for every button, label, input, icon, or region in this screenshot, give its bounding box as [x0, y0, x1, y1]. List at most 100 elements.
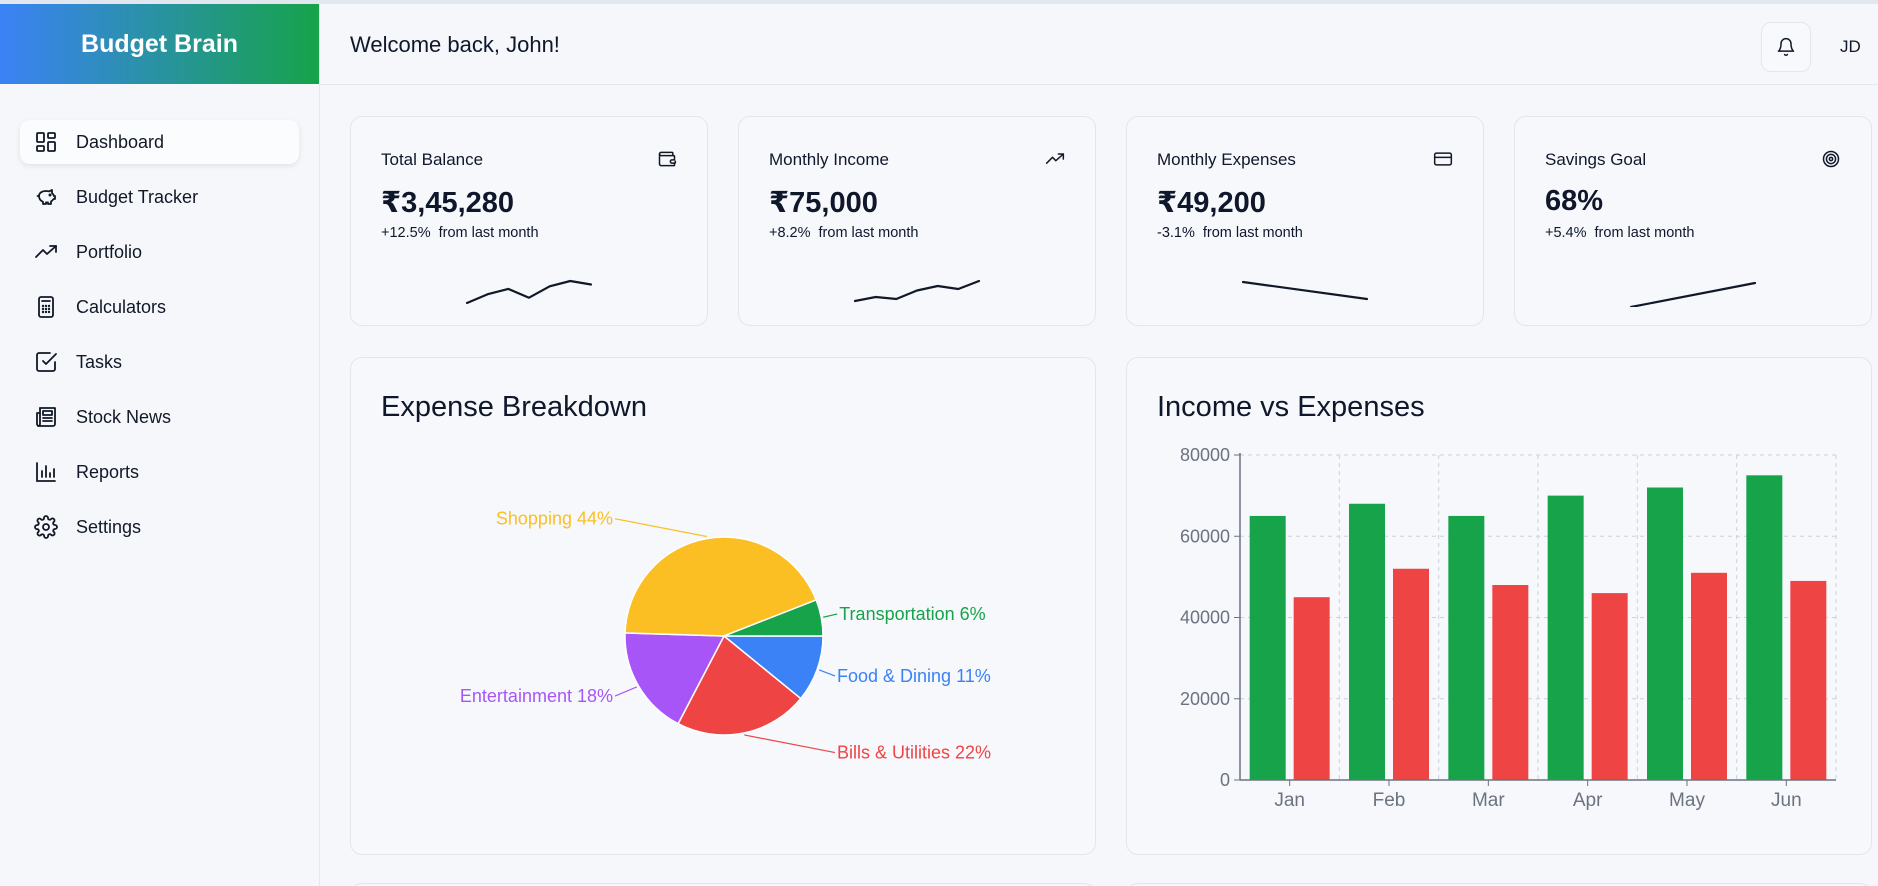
expense-bar: [1691, 572, 1727, 780]
sidebar-item-label: Tasks: [76, 351, 123, 372]
sidebar-item-portfolio[interactable]: Portfolio: [20, 230, 299, 274]
stat-change-suffix: from last month: [1202, 225, 1303, 241]
sparkline-monthly-income: [853, 279, 981, 303]
pie-label-line: [614, 518, 707, 538]
trending-up-icon: [35, 245, 57, 258]
income-bar: [1249, 515, 1286, 780]
stat-change: +12.5% from last month: [381, 225, 539, 241]
user-avatar[interactable]: JD: [1840, 37, 1861, 57]
stat-card-total-balance: Total Balance ₹3,45,280 +12.5% from last …: [350, 116, 708, 326]
sidebar-item-label: Calculators: [76, 296, 167, 317]
stat-value: ₹3,45,280: [381, 187, 515, 219]
sidebar: Budget Brain Dashboard Budget Tracker Po…: [0, 4, 320, 886]
expense-bar: [1591, 593, 1628, 780]
stat-change-percent: -3.1%: [1157, 225, 1195, 241]
stat-label: Total Balance: [381, 150, 484, 169]
sparkline-monthly-expenses: [1241, 280, 1369, 301]
stat-change: +5.4% from last month: [1545, 225, 1694, 241]
sidebar-item-label: Reports: [76, 461, 140, 482]
expense-bar: [1393, 568, 1429, 780]
brand-logo[interactable]: Budget Brain: [0, 4, 319, 84]
x-tick-label: Mar: [1472, 790, 1505, 811]
income-bar: [1647, 487, 1683, 780]
pie-label: Shopping 44%: [496, 509, 613, 529]
sparkline-path: [1241, 280, 1369, 301]
pie-label-line: [614, 686, 638, 697]
expense-bar: [1293, 597, 1330, 780]
sidebar-item-calculators[interactable]: Calculators: [20, 285, 299, 329]
income-vs-expenses-panel: Income vs Expenses 0 20000 40000 60000 80000…: [1126, 357, 1872, 855]
y-tick-label: 80000: [1180, 445, 1230, 465]
checkbox-icon: [36, 352, 57, 372]
welcome-message: Welcome back, John!: [350, 32, 560, 57]
stat-card-monthly-income: Monthly Income ₹75,000 +8.2% from last mo…: [738, 116, 1096, 326]
sparkline-path: [853, 279, 981, 303]
sparkline-savings-goal: [1629, 281, 1757, 307]
sidebar-nav: Dashboard Budget Tracker Portfolio Calcu…: [0, 84, 319, 549]
notifications-button[interactable]: [1761, 22, 1811, 72]
sidebar-item-label: Dashboard: [76, 131, 165, 152]
wallet-icon: [658, 151, 677, 167]
sidebar-item-settings[interactable]: Settings: [20, 505, 299, 549]
stat-value: ₹49,200: [1157, 187, 1266, 219]
y-tick-label: 0: [1220, 770, 1230, 790]
pie-label: Bills & Utilities 22%: [837, 743, 991, 763]
sidebar-item-label: Portfolio: [76, 241, 143, 262]
expense-breakdown-panel: Expense Breakdown Food & Dining 11% Bills…: [350, 357, 1096, 855]
trending-up-icon: [1045, 153, 1065, 164]
sidebar-item-label: Stock News: [76, 406, 172, 427]
sparkline-path: [465, 279, 593, 305]
y-tick-label: 20000: [1180, 689, 1230, 709]
x-tick-label: Apr: [1573, 790, 1603, 811]
gear-icon: [34, 515, 58, 539]
sidebar-item-dashboard[interactable]: Dashboard: [20, 120, 299, 164]
pie-label-line: [823, 613, 838, 618]
expense-pie-chart: Food & Dining 11% Bills & Utilities 22% En…: [460, 509, 991, 763]
stat-label: Monthly Expenses: [1157, 150, 1296, 169]
stat-change-suffix: from last month: [1594, 225, 1695, 241]
stat-change-percent: +8.2%: [769, 225, 811, 241]
x-tick-label: Feb: [1373, 790, 1406, 811]
bar-chart-icon: [36, 462, 56, 482]
income-bar: [1547, 495, 1584, 780]
brand-name: Budget Brain: [81, 29, 238, 58]
sidebar-item-tasks[interactable]: Tasks: [20, 340, 299, 384]
sidebar-item-label: Settings: [76, 516, 142, 537]
income-bar: [1349, 503, 1385, 780]
target-icon: [1822, 150, 1840, 168]
stat-value: 68%: [1545, 185, 1604, 217]
stat-change-suffix: from last month: [818, 225, 919, 241]
stat-label: Monthly Income: [769, 150, 889, 169]
x-tick-label: May: [1669, 790, 1705, 811]
pie-label: Food & Dining 11%: [837, 666, 991, 686]
stat-change-suffix: from last month: [438, 225, 539, 241]
pie-label-line: [818, 669, 836, 677]
stat-card-savings-goal: Savings Goal 68% +5.4% from last month: [1514, 116, 1872, 326]
pie-label: Transportation 6%: [839, 604, 985, 624]
stat-card-monthly-expenses: Monthly Expenses ₹49,200 -3.1% from last …: [1126, 116, 1484, 326]
sidebar-item-reports[interactable]: Reports: [20, 450, 299, 494]
dashboard-icon: [36, 132, 56, 152]
stat-value: ₹75,000: [769, 187, 878, 219]
newspaper-icon: [36, 407, 56, 427]
calculator-icon: [38, 296, 54, 318]
expense-bar: [1492, 585, 1529, 780]
sidebar-item-budget-tracker[interactable]: Budget Tracker: [20, 175, 299, 219]
credit-card-icon: [1433, 152, 1453, 166]
x-tick-label: Jun: [1771, 790, 1802, 811]
expense-bar: [1790, 580, 1827, 780]
stat-change-percent: +12.5%: [381, 225, 431, 241]
x-tick-label: Jan: [1274, 790, 1305, 811]
y-tick-label: 60000: [1180, 526, 1230, 546]
stat-label: Savings Goal: [1545, 150, 1647, 169]
stat-change: +8.2% from last month: [769, 225, 918, 241]
sidebar-item-stock-news[interactable]: Stock News: [20, 395, 299, 439]
sparkline-total-balance: [465, 279, 593, 305]
piggy-bank-icon: [36, 189, 56, 205]
pie-label: Entertainment 18%: [460, 686, 613, 706]
income-bar: [1448, 515, 1485, 780]
top-header: Welcome back, John! JD: [320, 4, 1878, 85]
bell-icon: [1777, 37, 1795, 57]
income-bar: [1746, 475, 1783, 780]
sparkline-path: [1629, 281, 1757, 307]
